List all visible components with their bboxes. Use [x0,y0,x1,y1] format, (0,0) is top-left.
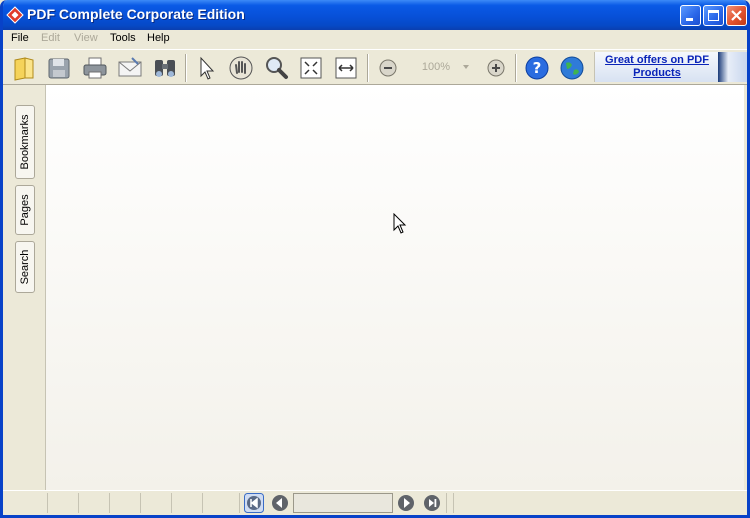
next-page-icon [398,495,414,511]
help-button[interactable]: ? [523,54,551,82]
menu-help[interactable]: Help [147,32,170,44]
tab-search[interactable]: Search [15,241,35,293]
open-button[interactable] [11,54,39,82]
email-button[interactable] [116,54,144,82]
previous-page-button[interactable] [270,493,290,513]
app-window: PDF Complete Corporate Edition File Edit… [0,0,750,518]
status-cell [141,493,172,513]
fit-page-button[interactable] [297,54,325,82]
arrow-cursor-icon [200,56,215,80]
zoom-level-select[interactable]: 100% [411,61,461,73]
fit-width-icon [335,57,357,79]
side-panel: Bookmarks Pages Search [3,85,46,490]
window-title: PDF Complete Corporate Edition [27,6,245,22]
status-cell [172,493,203,513]
toolbar-separator [185,54,187,82]
toolbar-separator [367,54,369,82]
minimize-button[interactable] [680,5,701,26]
hand-icon [229,56,253,80]
print-button[interactable] [81,54,109,82]
mouse-cursor-icon [393,213,407,234]
previous-page-icon [272,495,288,511]
tab-bookmarks[interactable]: Bookmarks [15,105,35,179]
globe-icon [560,56,584,80]
zoom-in-button[interactable] [482,54,510,82]
promo-link[interactable]: Great offers on PDF Products [595,52,719,80]
close-button[interactable] [726,5,747,26]
tab-pages[interactable]: Pages [15,185,35,235]
open-folder-icon [14,57,34,81]
status-cell [446,493,454,513]
tab-search-label: Search [19,249,31,285]
select-tool-button[interactable] [192,54,220,82]
menu-edit[interactable]: Edit [41,32,60,44]
status-cell [203,493,240,513]
menu-file[interactable]: File [11,32,29,44]
next-page-button[interactable] [396,493,416,513]
menu-bar: File Edit View Tools Help [3,30,747,49]
hand-tool-button[interactable] [227,54,255,82]
promo-image[interactable] [718,52,747,82]
zoom-out-icon [379,59,397,77]
last-page-button[interactable] [422,493,442,513]
save-button[interactable] [45,54,73,82]
menu-view[interactable]: View [74,32,98,44]
promo-banner[interactable]: Great offers on PDF Products [594,52,719,82]
first-page-button[interactable] [244,493,264,513]
minimize-icon [686,18,693,21]
binoculars-icon [155,60,175,77]
zoom-tool-button[interactable] [262,54,290,82]
fit-width-button[interactable] [332,54,360,82]
document-view[interactable] [46,85,744,490]
tab-bookmarks-label: Bookmarks [19,114,31,170]
status-cell [79,493,110,513]
help-icon: ? [525,56,549,80]
find-button[interactable] [151,54,179,82]
magnifier-icon [266,57,288,79]
tab-pages-label: Pages [19,194,31,226]
status-cell [7,493,48,513]
toolbar: 100% ? Great offers on PDF Products [3,49,747,85]
toolbar-separator [515,54,517,82]
printer-icon [83,57,107,79]
save-disk-icon [48,58,70,79]
svg-text:?: ? [533,59,542,77]
fit-page-icon [300,57,322,79]
chevron-down-icon[interactable] [463,65,469,69]
menu-tools[interactable]: Tools [110,32,136,44]
close-icon [731,10,742,21]
status-bar [3,490,747,515]
zoom-in-icon [487,59,505,77]
maximize-button[interactable] [703,5,724,26]
status-cell [48,493,79,513]
title-bar[interactable]: PDF Complete Corporate Edition [3,0,747,30]
email-icon [118,57,142,77]
web-update-button[interactable] [558,54,586,82]
maximize-icon [708,10,719,21]
first-page-icon [244,493,264,513]
last-page-icon [424,495,440,511]
zoom-out-button[interactable] [374,54,402,82]
pdf-app-icon [6,6,24,24]
page-number-input[interactable] [293,493,393,513]
status-cell [110,493,141,513]
